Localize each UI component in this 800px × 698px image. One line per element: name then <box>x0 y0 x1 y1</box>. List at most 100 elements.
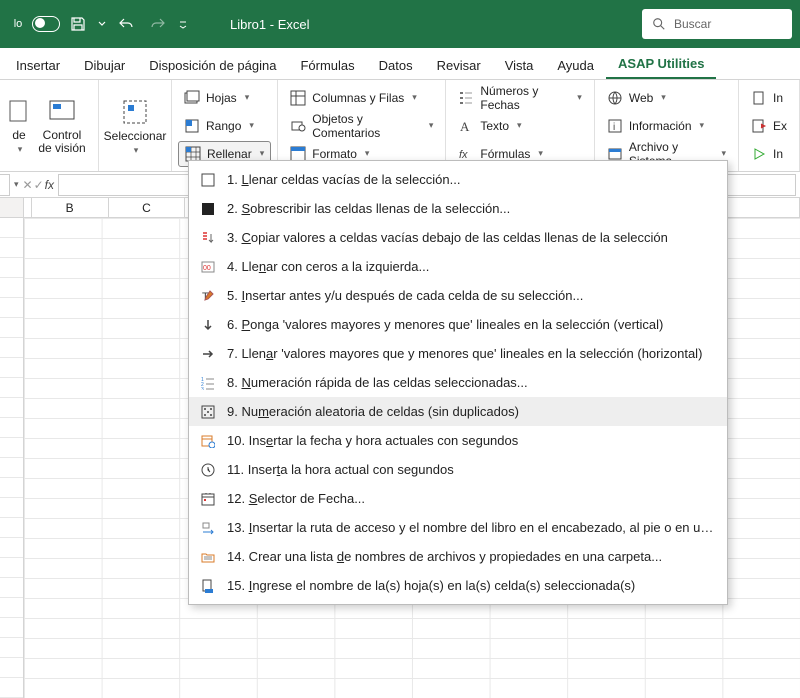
menu-item-11[interactable]: 11. Inserta la hora actual con segundos <box>189 455 727 484</box>
web-button[interactable]: Web▾ <box>601 85 732 111</box>
menu-item-4[interactable]: 00 4. Llenar con ceros a la izquierda... <box>189 252 727 281</box>
menu-item-7[interactable]: 7. Llenar 'valores mayores que y menores… <box>189 339 727 368</box>
rango-button[interactable]: Rango▾ <box>178 113 271 139</box>
arrow-right-icon <box>199 345 217 363</box>
row-header[interactable] <box>0 458 23 478</box>
row-header[interactable] <box>0 298 23 318</box>
truncated-button-left[interactable]: de ▾ <box>6 84 32 166</box>
tab-datos[interactable]: Datos <box>367 52 425 79</box>
menu-item-label: 4. Llenar con ceros a la izquierda... <box>227 259 429 274</box>
row-header[interactable] <box>0 218 23 238</box>
row-header[interactable] <box>0 598 23 618</box>
col-header[interactable] <box>24 198 32 217</box>
menu-item-10[interactable]: 10. Insertar la fecha y hora actuales co… <box>189 426 727 455</box>
menu-item-1[interactable]: 1. Llenar celdas vacías de la selección.… <box>189 165 727 194</box>
menu-item-13[interactable]: 13. Insertar la ruta de acceso y el nomb… <box>189 513 727 542</box>
tab-insertar[interactable]: Insertar <box>4 52 72 79</box>
clock-icon <box>199 461 217 479</box>
menu-item-9[interactable]: 9. Numeración aleatoria de celdas (sin d… <box>189 397 727 426</box>
seleccionar-icon <box>119 96 151 128</box>
row-header[interactable] <box>0 638 23 658</box>
square-fill-icon <box>199 200 217 218</box>
menu-item-3[interactable]: 3. Copiar valores a celdas vacías debajo… <box>189 223 727 252</box>
tab-ayuda[interactable]: Ayuda <box>545 52 606 79</box>
row-header[interactable] <box>0 538 23 558</box>
col-header[interactable] <box>723 198 800 217</box>
ribbon-group-6-truncated: In Ex In <box>739 80 800 171</box>
row-header[interactable] <box>0 318 23 338</box>
col-header-b[interactable]: B <box>32 198 109 217</box>
row-header[interactable] <box>0 578 23 598</box>
ribbon-tabs: Insertar Dibujar Disposición de página F… <box>0 48 800 80</box>
tab-formulas[interactable]: Fórmulas <box>288 52 366 79</box>
row-header[interactable] <box>0 558 23 578</box>
control-vision-button[interactable]: Control de visión <box>32 84 92 166</box>
row-header[interactable] <box>0 378 23 398</box>
chevron-down-icon: ▾ <box>134 145 139 156</box>
tab-disposicion[interactable]: Disposición de página <box>137 52 288 79</box>
redo-icon[interactable] <box>144 10 172 38</box>
menu-item-15[interactable]: 15. Ingrese el nombre de la(s) hoja(s) e… <box>189 571 727 600</box>
zeros-icon: 00 <box>199 258 217 276</box>
row-header[interactable] <box>0 358 23 378</box>
row-header[interactable] <box>0 618 23 638</box>
row-header[interactable] <box>0 338 23 358</box>
qat-overflow-icon[interactable] <box>176 10 190 38</box>
informacion-button[interactable]: iInformación▾ <box>601 113 732 139</box>
tab-vista[interactable]: Vista <box>493 52 546 79</box>
col-header-c[interactable]: C <box>109 198 186 217</box>
cancel-icon[interactable]: ✕ <box>23 178 33 192</box>
menu-item-label: 7. Llenar 'valores mayores que y menores… <box>227 346 702 361</box>
row-header[interactable] <box>0 258 23 278</box>
numbers-icon <box>458 90 474 106</box>
fx-icon[interactable]: fx <box>45 178 54 192</box>
save-icon[interactable] <box>64 10 92 38</box>
undo-icon[interactable] <box>112 10 140 38</box>
ribbon-group-2: Hojas▾ Rango▾ Rellenar▾ <box>172 80 278 171</box>
menu-item-6[interactable]: 6. Ponga 'valores mayores y menores que'… <box>189 310 727 339</box>
menu-item-12[interactable]: 12. Selector de Fecha... <box>189 484 727 513</box>
menu-item-8[interactable]: 1238. Numeración rápida de las celdas se… <box>189 368 727 397</box>
tab-asap-utilities[interactable]: ASAP Utilities <box>606 50 716 79</box>
row-header[interactable] <box>0 678 23 698</box>
numeros-fechas-button[interactable]: Números y Fechas▾ <box>452 85 587 111</box>
row-header[interactable] <box>0 478 23 498</box>
texto-button[interactable]: ATexto▾ <box>452 113 587 139</box>
svg-text:3: 3 <box>201 387 204 390</box>
qat-chevron-down-icon[interactable] <box>96 10 108 38</box>
window-title: Libro1 - Excel <box>230 17 309 32</box>
menu-item-label: 3. Copiar valores a celdas vacías debajo… <box>227 230 668 245</box>
menu-item-14[interactable]: 14. Crear una lista de nombres de archiv… <box>189 542 727 571</box>
seleccionar-button[interactable]: Seleccionar ▾ <box>105 85 165 167</box>
tab-dibujar[interactable]: Dibujar <box>72 52 137 79</box>
row-header[interactable] <box>0 498 23 518</box>
row-header[interactable] <box>0 438 23 458</box>
hojas-button[interactable]: Hojas▾ <box>178 85 271 111</box>
accept-icon[interactable]: ✓ <box>34 178 44 192</box>
columnas-filas-button[interactable]: Columnas y Filas▾ <box>284 85 439 111</box>
autosave-toggle[interactable] <box>32 10 60 38</box>
menu-item-2[interactable]: 2. Sobrescribir las celdas llenas de la … <box>189 194 727 223</box>
calendar-clock-icon <box>199 432 217 450</box>
row-header[interactable] <box>0 418 23 438</box>
menu-item-5[interactable]: T5. Insertar antes y/u después de cada c… <box>189 281 727 310</box>
list-down-icon <box>199 229 217 247</box>
row-header[interactable] <box>0 398 23 418</box>
info-icon: i <box>607 118 623 134</box>
objetos-button[interactable]: Objetos y Comentarios▾ <box>284 113 439 139</box>
truncated-btn-1[interactable]: In <box>745 85 793 111</box>
row-header[interactable] <box>0 658 23 678</box>
tab-revisar[interactable]: Revisar <box>425 52 493 79</box>
menu-item-label: 12. Selector de Fecha... <box>227 491 365 506</box>
row-header[interactable] <box>0 278 23 298</box>
select-all-corner[interactable] <box>0 198 24 217</box>
search-box[interactable]: Buscar <box>642 9 792 39</box>
row-header[interactable] <box>0 518 23 538</box>
play-icon <box>751 146 767 162</box>
row-header[interactable] <box>0 238 23 258</box>
web-icon <box>607 90 623 106</box>
truncated-btn-3[interactable]: In <box>745 141 793 167</box>
name-box-truncated[interactable] <box>0 174 10 196</box>
row-headers <box>0 218 24 698</box>
truncated-btn-2[interactable]: Ex <box>745 113 793 139</box>
